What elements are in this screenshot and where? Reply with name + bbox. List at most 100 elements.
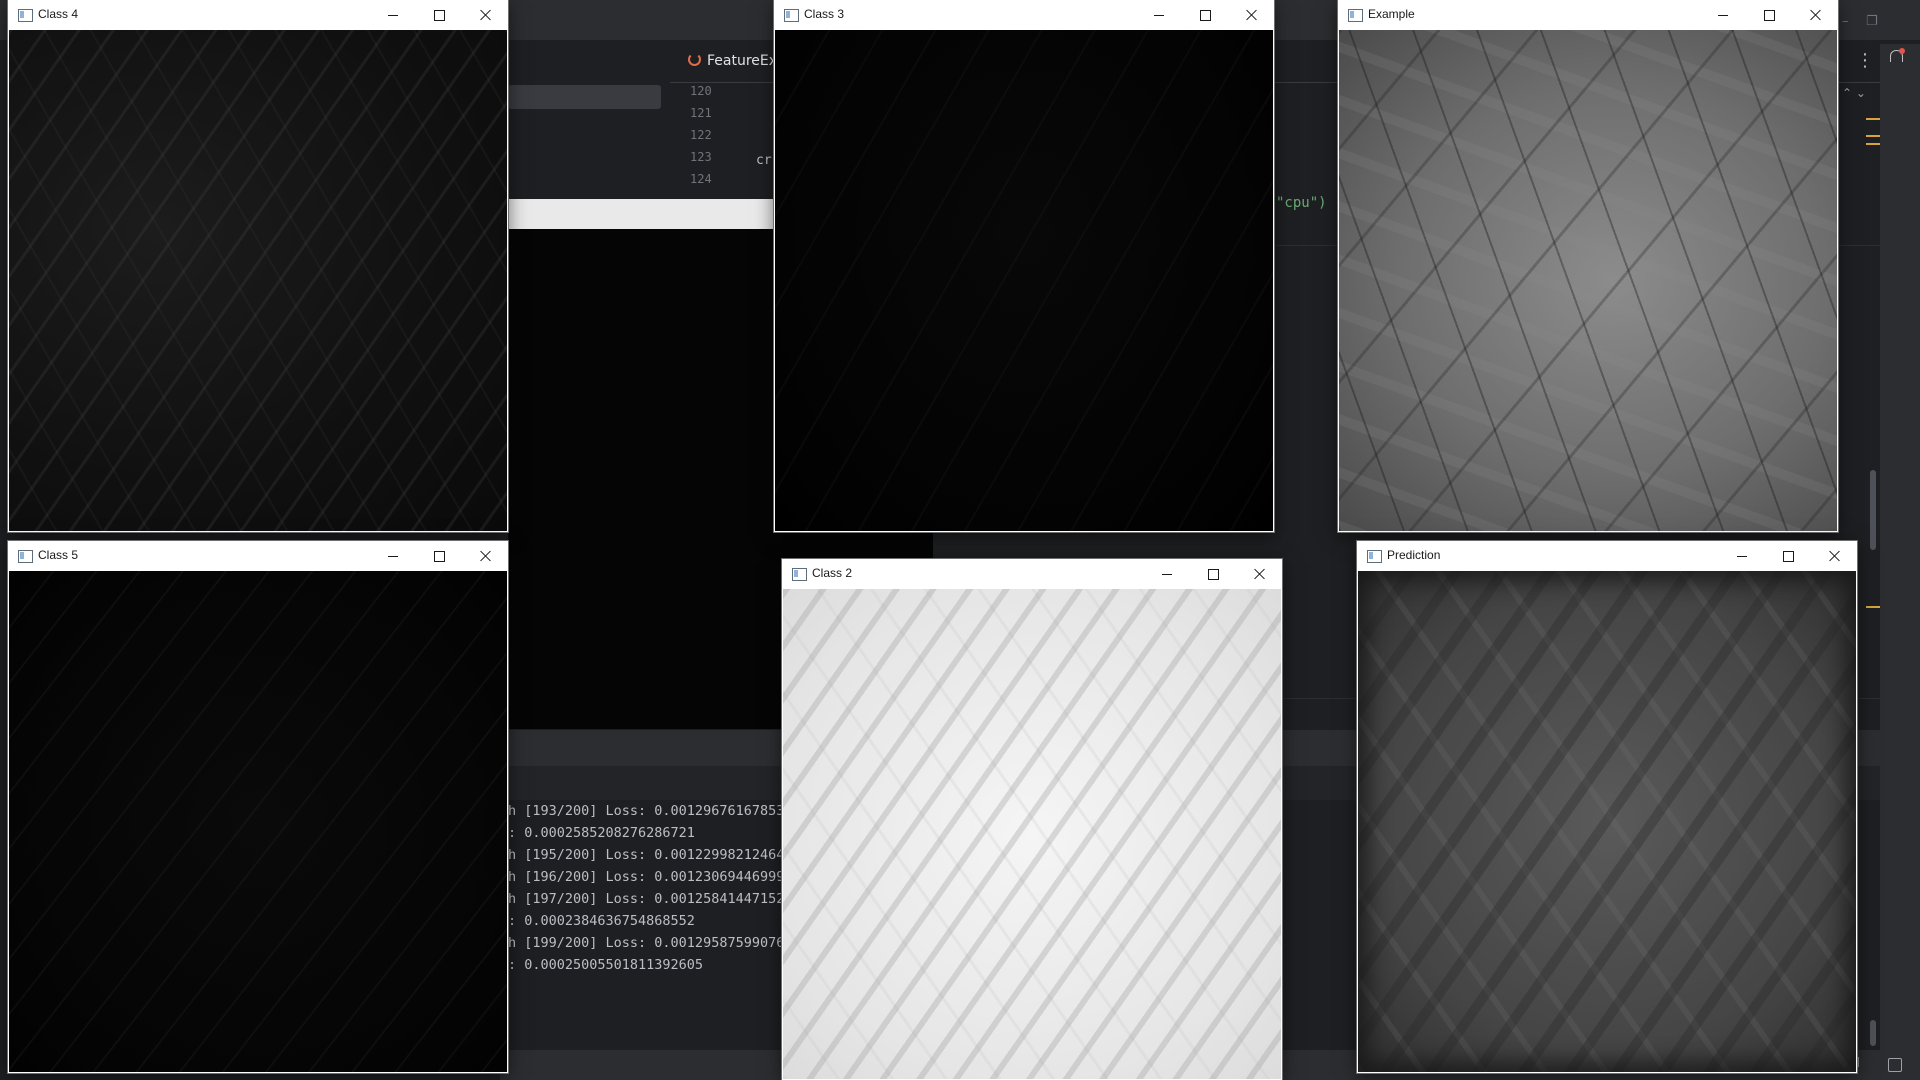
- editor-tab-label: FeatureExt: [707, 53, 783, 69]
- prediction-image: [1358, 571, 1856, 1072]
- notification-bell-icon[interactable]: [1888, 48, 1905, 64]
- window-prediction[interactable]: Prediction: [1357, 541, 1857, 1073]
- maximize-icon: [433, 9, 445, 21]
- class-5-image: [9, 571, 507, 1072]
- maximize-icon: [433, 550, 445, 562]
- maximize-icon: [1207, 568, 1219, 580]
- close-icon: [1809, 9, 1821, 21]
- console-line: h [193/200] Loss: 0.00129676167853: [508, 803, 785, 819]
- close-icon: [1245, 9, 1257, 21]
- close-icon: [1253, 568, 1265, 580]
- close-button[interactable]: [1811, 541, 1857, 571]
- window-example[interactable]: Example: [1338, 0, 1838, 532]
- maximize-button[interactable]: [1765, 541, 1811, 571]
- scroll-marker: [1866, 143, 1880, 145]
- class-4-image: [9, 30, 507, 531]
- maximize-button[interactable]: [1746, 0, 1792, 30]
- more-options-icon[interactable]: ⋮: [1856, 52, 1874, 70]
- window-app-icon: [784, 9, 799, 22]
- window-title: Class 2: [812, 566, 853, 580]
- console-line: h [195/200] Loss: 0.00122998212464: [508, 847, 785, 863]
- window-class-5[interactable]: Class 5: [8, 541, 508, 1073]
- title-bar[interactable]: Class 5: [8, 541, 508, 571]
- console-line: : 0.0002585208276286721: [508, 825, 695, 841]
- maximize-button[interactable]: [1190, 559, 1236, 589]
- console-line: : 0.0002384636754868552: [508, 913, 695, 929]
- maximize-button[interactable]: [416, 0, 462, 30]
- close-button[interactable]: [1228, 0, 1274, 30]
- console-output[interactable]: h [193/200] Loss: 0.00129676167853 : 0.0…: [508, 800, 788, 1050]
- window-app-icon: [18, 9, 33, 22]
- maximize-icon: [1199, 9, 1211, 21]
- minimize-button[interactable]: [1719, 541, 1765, 571]
- close-icon: [479, 9, 491, 21]
- ide-white-panel-header: [508, 199, 776, 229]
- maximize-button[interactable]: [1182, 0, 1228, 30]
- sidebar-search-field[interactable]: [508, 85, 661, 109]
- line-number: 122: [690, 128, 712, 142]
- ide-restore-icon[interactable]: ❐: [1866, 14, 1878, 29]
- window-class-4[interactable]: Class 4: [8, 0, 508, 532]
- title-bar[interactable]: Class 4: [8, 0, 508, 30]
- window-title: Class 5: [38, 548, 79, 562]
- title-bar[interactable]: Example: [1338, 0, 1838, 30]
- console-scrollbar-thumb[interactable]: [1870, 1020, 1876, 1046]
- minimize-button[interactable]: [370, 0, 416, 30]
- window-title: Class 3: [804, 7, 845, 21]
- minimize-button[interactable]: [1144, 559, 1190, 589]
- close-button[interactable]: [1236, 559, 1282, 589]
- window-app-icon: [1367, 550, 1382, 563]
- minimize-icon: [1718, 14, 1728, 16]
- scroll-marker: [1866, 135, 1880, 137]
- title-bar[interactable]: Class 2: [782, 559, 1282, 589]
- window-class-3[interactable]: Class 3: [774, 0, 1274, 532]
- close-button[interactable]: [462, 0, 508, 30]
- close-icon: [479, 550, 491, 562]
- title-bar[interactable]: Class 3: [774, 0, 1274, 30]
- class-2-image: [783, 589, 1281, 1079]
- minimize-button[interactable]: [1700, 0, 1746, 30]
- minimize-icon: [1154, 14, 1164, 16]
- editor-tab-featureext[interactable]: FeatureExt: [688, 53, 783, 69]
- editor-scrollbar-thumb[interactable]: [1870, 470, 1876, 550]
- example-image: [1339, 30, 1837, 531]
- line-number: 123: [690, 150, 712, 164]
- minimize-icon: [388, 14, 398, 16]
- ide-minimize-icon[interactable]: –: [1842, 14, 1849, 29]
- loading-spinner-icon: [688, 53, 701, 66]
- notification-dot: [1899, 48, 1905, 54]
- code-fragment[interactable]: cr: [756, 153, 772, 168]
- line-number: 120: [690, 84, 712, 98]
- status-expand-icon[interactable]: [1888, 1058, 1902, 1072]
- close-icon: [1828, 550, 1840, 562]
- close-button[interactable]: [462, 541, 508, 571]
- nav-arrows-icon[interactable]: ⌃ ⌄: [1842, 86, 1866, 100]
- minimize-icon: [1737, 555, 1747, 557]
- window-app-icon: [1348, 9, 1363, 22]
- right-tool-strip: [1880, 44, 1920, 1050]
- code-string-literal: "cpu"): [1276, 195, 1327, 211]
- scroll-marker: [1866, 118, 1880, 120]
- minimize-button[interactable]: [1136, 0, 1182, 30]
- maximize-icon: [1763, 9, 1775, 21]
- maximize-icon: [1782, 550, 1794, 562]
- close-button[interactable]: [1792, 0, 1838, 30]
- console-line: : 0.00025005501811392605: [508, 957, 704, 973]
- code-string-fragment[interactable]: "cpu"): [1276, 195, 1327, 211]
- window-title: Example: [1368, 7, 1415, 21]
- prediction-vignette: [1358, 571, 1856, 1072]
- minimize-icon: [388, 555, 398, 557]
- window-class-2[interactable]: Class 2: [782, 559, 1282, 1080]
- minimize-icon: [1162, 573, 1172, 575]
- title-bar[interactable]: Prediction: [1357, 541, 1857, 571]
- line-number: 121: [690, 106, 712, 120]
- class-3-image: [775, 30, 1273, 531]
- maximize-button[interactable]: [416, 541, 462, 571]
- window-app-icon: [18, 550, 33, 563]
- window-app-icon: [792, 568, 807, 581]
- window-title: Prediction: [1387, 548, 1441, 562]
- line-number: 124: [690, 172, 712, 186]
- console-line: h [199/200] Loss: 0.00129587599076: [508, 935, 785, 951]
- minimize-button[interactable]: [370, 541, 416, 571]
- console-line: h [196/200] Loss: 0.00123069446999: [508, 869, 785, 885]
